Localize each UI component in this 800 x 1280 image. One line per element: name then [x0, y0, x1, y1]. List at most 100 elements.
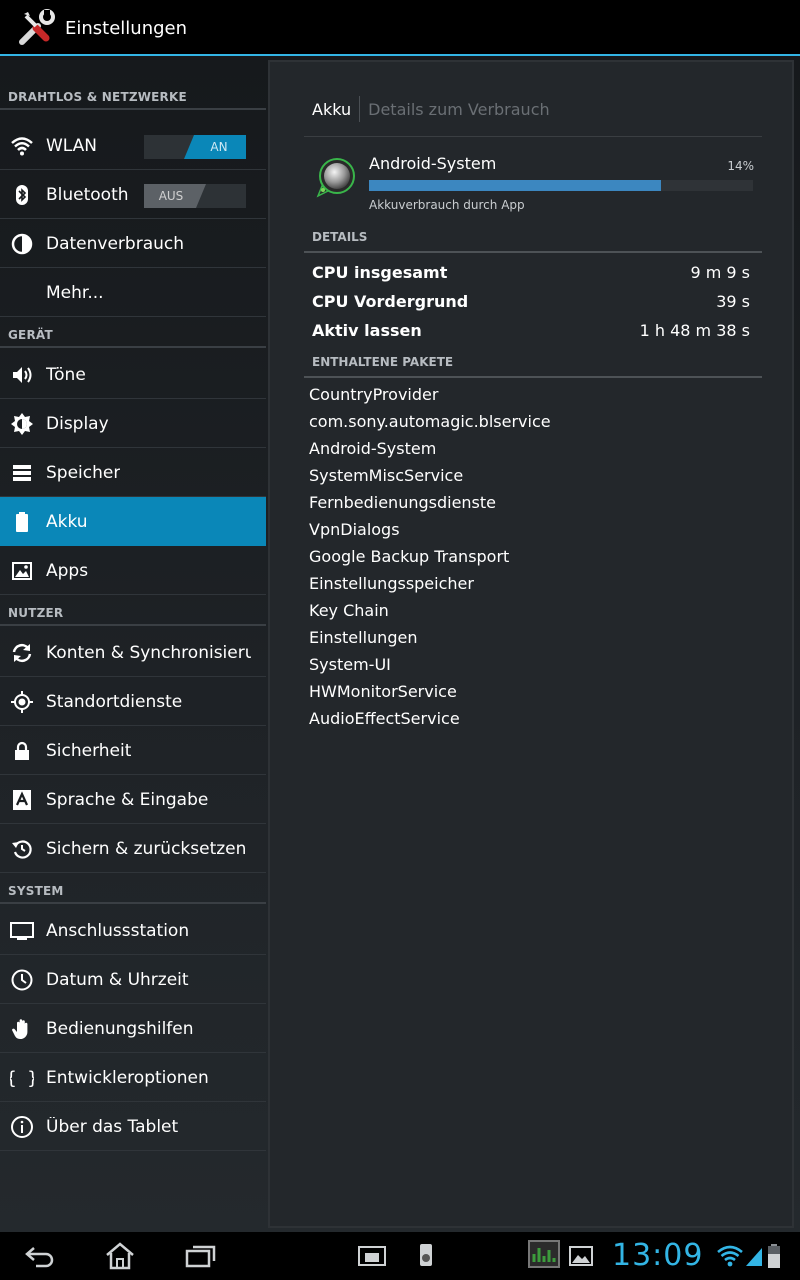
sidebar-item-label: Speicher	[46, 462, 121, 483]
sidebar-item-label: Entwickleroptionen	[46, 1067, 209, 1088]
accessibility-hand-icon	[9, 1016, 35, 1042]
breadcrumb-parent[interactable]: Akku	[312, 100, 351, 119]
sidebar-item-accounts-sync[interactable]: Konten & Synchronisierung	[0, 628, 266, 677]
package-item: System-UI	[309, 655, 391, 674]
sidebar-item-language[interactable]: Sprache & Eingabe	[0, 775, 266, 824]
bluetooth-toggle-off-label: AUS	[144, 184, 206, 208]
app-subtitle: Akkuverbrauch durch App	[369, 198, 525, 212]
app-percent: 14%	[727, 159, 754, 173]
sidebar-item-data-usage[interactable]: Datenverbrauch	[0, 219, 266, 268]
sidebar-item-date-time[interactable]: Datum & Uhrzeit	[0, 955, 266, 1004]
location-icon	[9, 689, 35, 715]
sidebar-item-label: Datenverbrauch	[46, 233, 185, 254]
info-icon	[9, 1114, 35, 1140]
back-button[interactable]	[22, 1242, 58, 1270]
sidebar-item-label: Bedienungshilfen	[46, 1018, 194, 1039]
system-navigation-bar: 13:09	[0, 1232, 800, 1280]
sidebar-item-accessibility[interactable]: Bedienungshilfen	[0, 1004, 266, 1053]
sidebar-item-about[interactable]: Über das Tablet	[0, 1102, 266, 1151]
sync-icon	[9, 640, 35, 666]
sidebar-item-label: Konten & Synchronisierung	[46, 642, 251, 663]
developer-braces-icon: { }	[9, 1065, 35, 1091]
stat-value: 9 m 9 s	[690, 262, 750, 282]
breadcrumb-current: Details zum Verbrauch	[368, 99, 550, 119]
battery-detail-panel: Akku Details zum Verbrauch Android-Syste…	[268, 60, 794, 1228]
stat-row: CPU insgesamt 9 m 9 s	[312, 258, 750, 286]
page-title: Einstellungen	[65, 17, 188, 39]
sidebar-item-label: Apps	[46, 560, 89, 581]
home-button[interactable]	[104, 1242, 136, 1270]
stat-label: CPU insgesamt	[312, 262, 448, 282]
wlan-toggle-on-label: AN	[184, 135, 246, 159]
stat-label: Aktiv lassen	[312, 320, 422, 340]
app-name: Android-System	[369, 154, 497, 173]
package-item: Key Chain	[309, 601, 389, 620]
sidebar-item-dock[interactable]: Anschlussstation	[0, 906, 266, 955]
stat-row: CPU Vordergrund 39 s	[312, 287, 750, 315]
sidebar-item-location[interactable]: Standortdienste	[0, 677, 266, 726]
stat-value: 1 h 48 m 38 s	[639, 320, 750, 340]
settings-tools-icon[interactable]	[16, 8, 56, 48]
bluetooth-icon	[9, 182, 35, 208]
recent-apps-button[interactable]	[184, 1242, 218, 1270]
package-item: HWMonitorService	[309, 682, 457, 701]
sidebar-item-display[interactable]: Display	[0, 399, 266, 448]
sidebar-item-label: Über das Tablet	[46, 1116, 179, 1137]
package-item: Einstellungsspeicher	[309, 574, 474, 593]
stat-row: Aktiv lassen 1 h 48 m 38 s	[312, 316, 750, 344]
package-item: CountryProvider	[309, 385, 439, 404]
gallery-notification-icon	[568, 1242, 594, 1270]
lock-icon	[9, 738, 35, 764]
sidebar-item-label: Sicherheit	[46, 740, 132, 761]
clock-icon	[9, 967, 35, 993]
storage-icon	[9, 460, 35, 486]
package-item: Android-System	[309, 439, 437, 458]
package-item: com.sony.automagic.blservice	[309, 412, 551, 431]
action-bar: Einstellungen	[0, 0, 800, 56]
sidebar-item-security[interactable]: Sicherheit	[0, 726, 266, 775]
sidebar-item-label: Datum & Uhrzeit	[46, 969, 189, 990]
usb-device-icon	[416, 1242, 436, 1270]
sidebar-item-label: Töne	[46, 364, 86, 385]
settings-sidebar: DRAHTLOS & NETZWERKE WLAN AN Bluetooth A…	[0, 56, 266, 1232]
details-section-header: DETAILS	[312, 230, 368, 244]
data-usage-icon	[9, 231, 35, 257]
stat-label: CPU Vordergrund	[312, 291, 469, 311]
battery-status-icon	[766, 1242, 782, 1270]
sidebar-item-wlan[interactable]: WLAN AN	[0, 121, 266, 170]
sidebar-item-label: Anschlussstation	[46, 920, 190, 941]
category-header-system: SYSTEM	[0, 860, 266, 904]
sidebar-item-bluetooth[interactable]: Bluetooth AUS	[0, 170, 266, 219]
usage-progress-bar	[369, 180, 753, 191]
cell-signal-icon	[744, 1244, 764, 1268]
sound-icon	[9, 362, 35, 388]
package-item: Einstellungen	[309, 628, 418, 647]
sidebar-item-label: Display	[46, 413, 109, 434]
category-header-wireless: DRAHTLOS & NETZWERKE	[0, 66, 266, 110]
main-area: DRAHTLOS & NETZWERKE WLAN AN Bluetooth A…	[0, 56, 800, 1232]
screenshot-icon[interactable]	[356, 1242, 388, 1270]
sidebar-item-label: Sichern & zurücksetzen	[46, 838, 247, 859]
package-item: Google Backup Transport	[309, 547, 510, 566]
sidebar-item-label: Standortdienste	[46, 691, 183, 712]
battery-icon	[9, 509, 35, 535]
package-item: VpnDialogs	[309, 520, 400, 539]
sidebar-item-label: Sprache & Eingabe	[46, 789, 209, 810]
sidebar-item-battery[interactable]: Akku	[0, 497, 266, 546]
sidebar-item-storage[interactable]: Speicher	[0, 448, 266, 497]
apps-icon	[9, 558, 35, 584]
status-clock[interactable]: 13:09	[612, 1238, 703, 1273]
package-item: Fernbedienungsdienste	[309, 493, 497, 512]
sidebar-item-label: Bluetooth	[46, 184, 129, 205]
details-divider	[304, 251, 762, 253]
sidebar-item-label: WLAN	[46, 135, 98, 156]
packages-divider	[304, 376, 762, 378]
system-monitor-icon	[528, 1240, 560, 1270]
sidebar-item-developer[interactable]: { } Entwickleroptionen	[0, 1053, 266, 1102]
backup-icon	[9, 836, 35, 862]
brightness-icon	[9, 411, 35, 437]
bluetooth-toggle[interactable]: AUS	[144, 184, 246, 208]
packages-section-header: ENTHALTENE PAKETE	[312, 355, 454, 369]
sidebar-item-sound[interactable]: Töne	[0, 350, 266, 399]
wlan-toggle[interactable]: AN	[144, 135, 246, 159]
